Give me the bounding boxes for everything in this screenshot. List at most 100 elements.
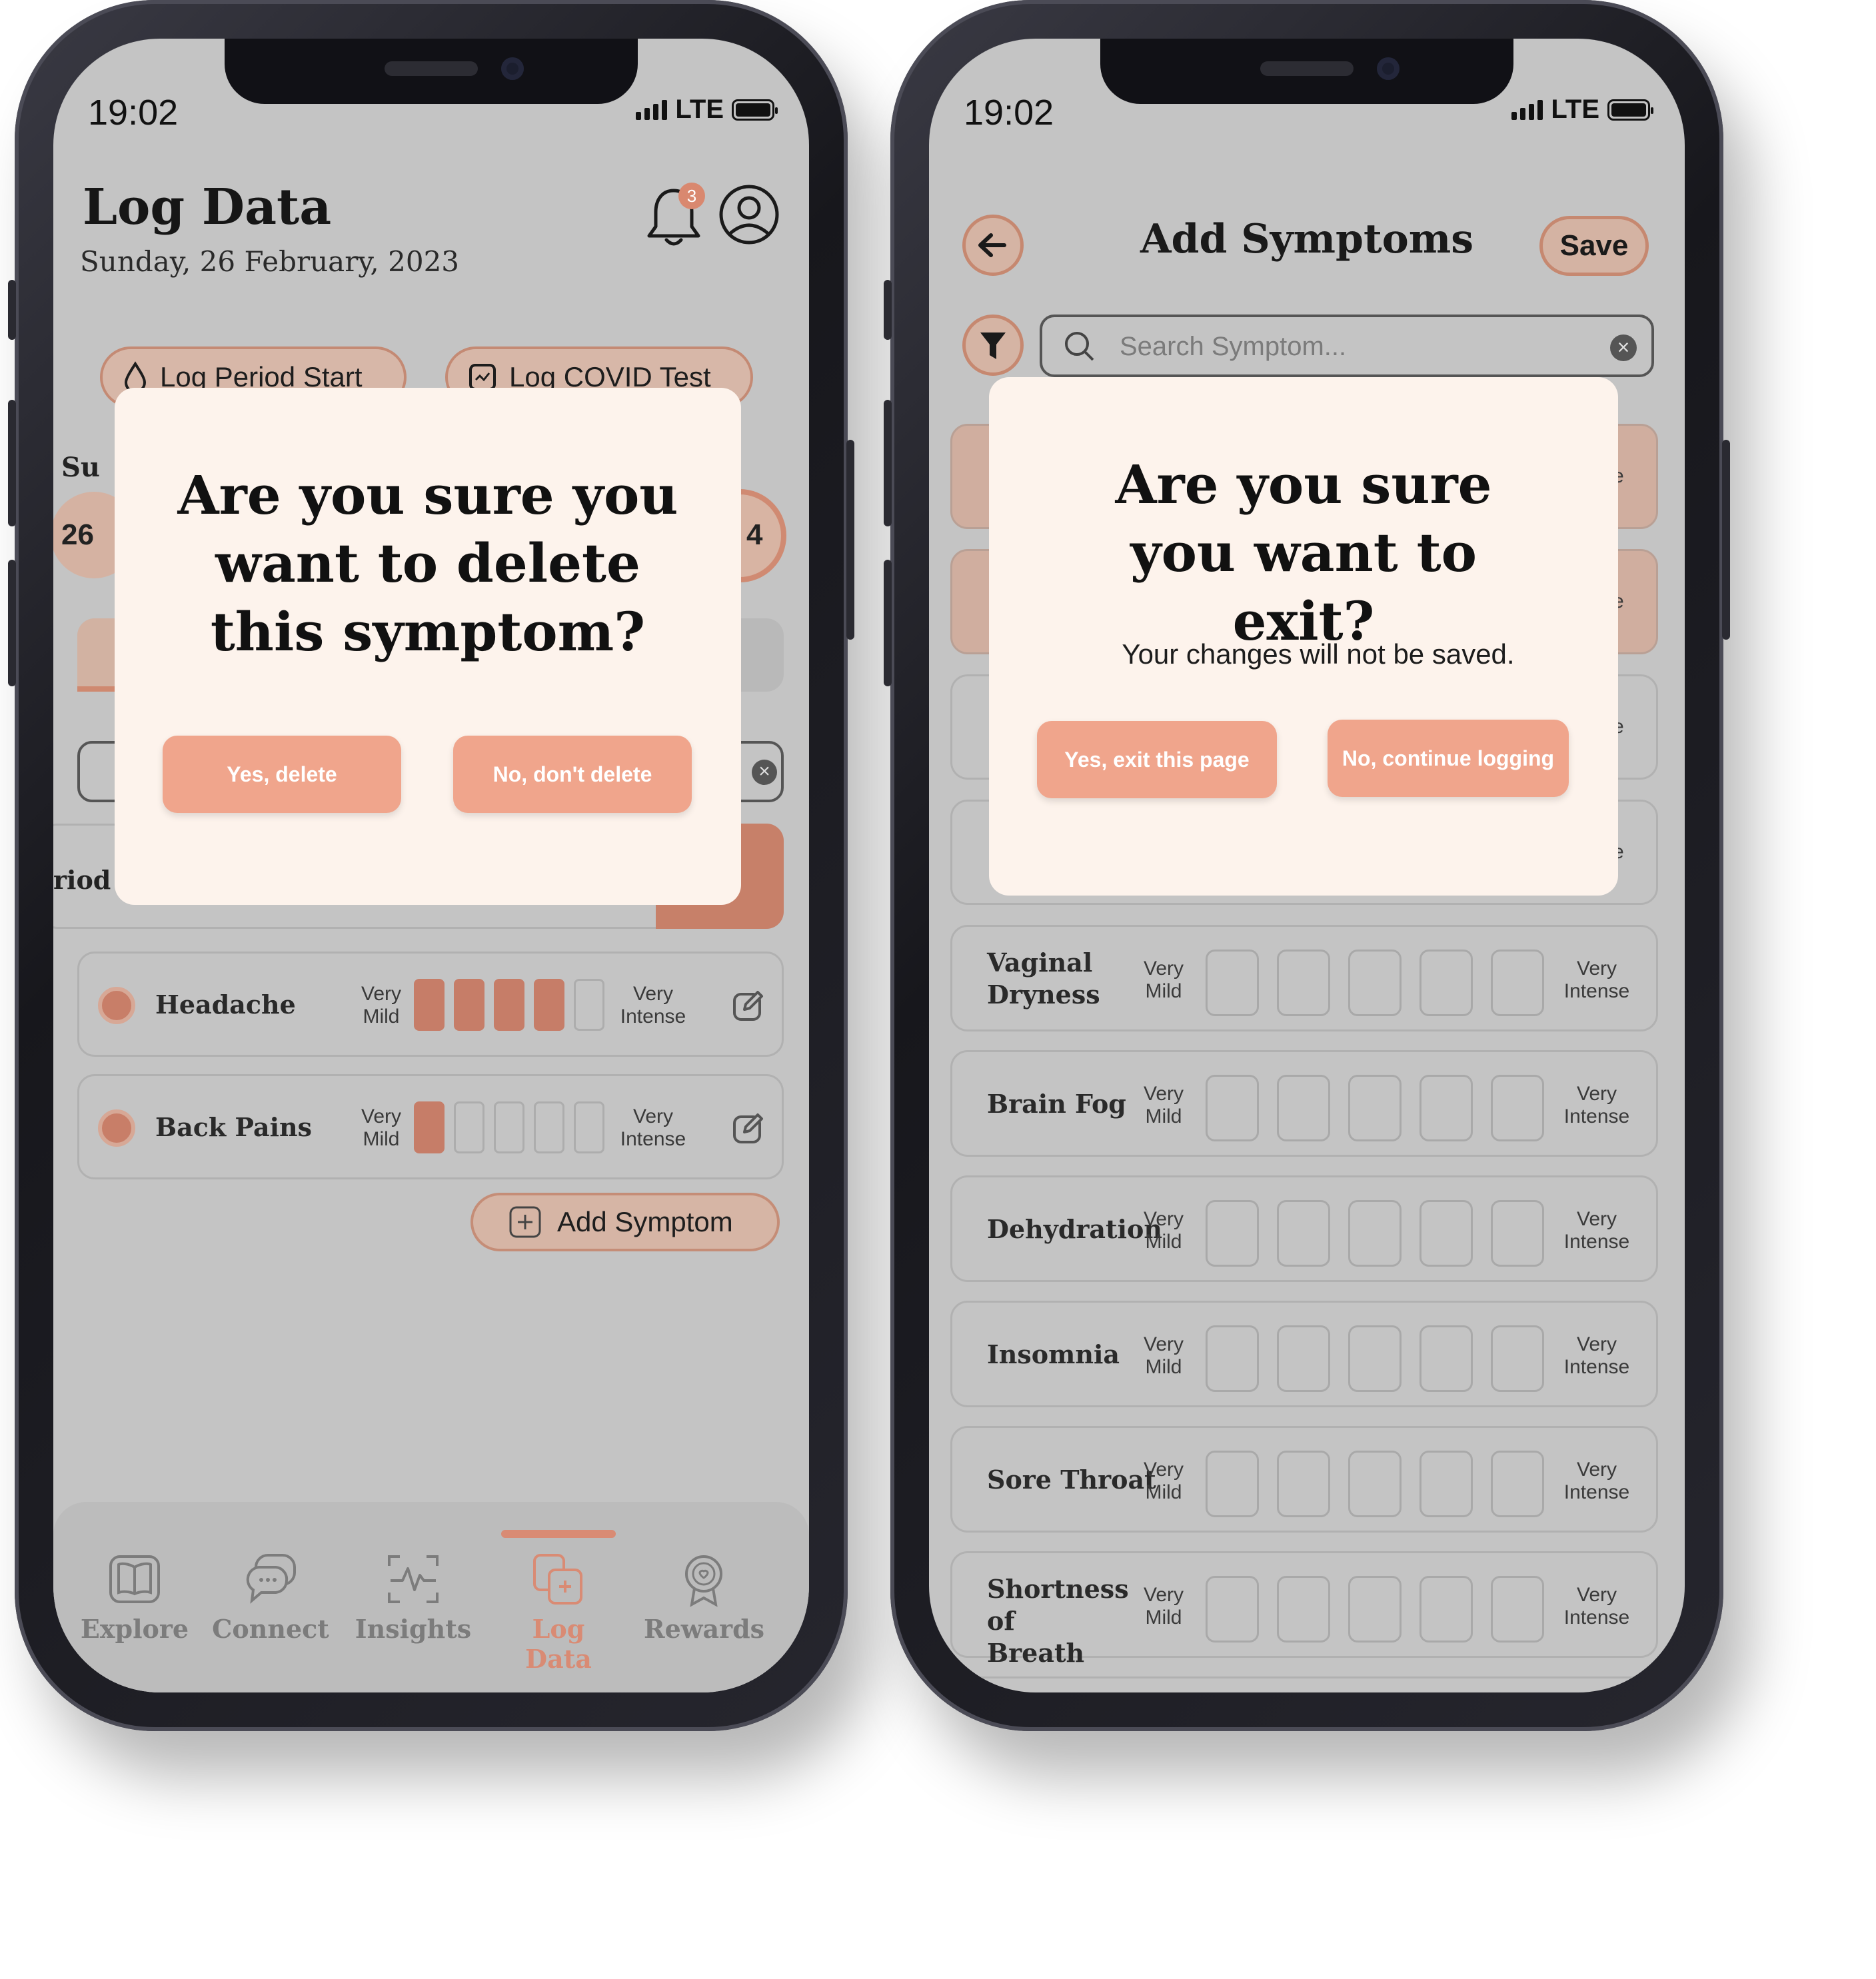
intensity-2[interactable]	[1277, 1200, 1330, 1267]
intensity-4[interactable]	[1419, 1451, 1473, 1517]
day-number-right: 4	[746, 518, 763, 551]
side-button	[884, 560, 892, 686]
intensity-4[interactable]	[1419, 1075, 1473, 1141]
clear-icon[interactable]: ×	[752, 760, 777, 785]
intensity-1[interactable]	[1206, 1075, 1259, 1141]
side-button	[8, 560, 16, 686]
clear-icon[interactable]: ×	[1610, 334, 1637, 361]
exit-confirm-dialog: Are you sure you want to exit? Your chan…	[989, 377, 1618, 896]
intensity-2[interactable]	[1277, 1576, 1330, 1643]
intensity-1[interactable]	[414, 979, 445, 1031]
intensity-3[interactable]	[1348, 1325, 1402, 1392]
signal-icon	[1511, 99, 1543, 120]
intensity-3[interactable]	[1348, 950, 1402, 1016]
search-field[interactable]: Search Symptom... ×	[1040, 315, 1654, 377]
tab-label: Connect	[212, 1614, 329, 1644]
max-label: Very Intense	[1563, 1083, 1630, 1127]
notification-badge: 3	[678, 183, 705, 209]
symptom-row-dehydration[interactable]: Dehydration Very Mild Very Intense	[950, 1175, 1658, 1282]
intensity-5[interactable]	[1491, 1075, 1544, 1141]
symptom-card-headache[interactable]: Headache Very Mild Very Intense	[77, 952, 784, 1057]
edit-icon[interactable]	[731, 1111, 766, 1145]
no-continue-button[interactable]: No, continue logging	[1328, 720, 1569, 797]
yes-exit-button[interactable]: Yes, exit this page	[1037, 721, 1277, 798]
intensity-4[interactable]	[1419, 1325, 1473, 1392]
symptom-card-back-pains[interactable]: Back Pains Very Mild Very Intense	[77, 1074, 784, 1179]
intensity-3[interactable]	[1348, 1200, 1402, 1267]
symptom-row-shortness-of-breath[interactable]: Shortness of Breath Very Mild Very Inten…	[950, 1551, 1658, 1668]
intensity-2[interactable]	[1277, 950, 1330, 1016]
intensity-1[interactable]	[414, 1101, 445, 1153]
symptom-row-insomnia[interactable]: Insomnia Very Mild Very Intense	[950, 1301, 1658, 1407]
edit-icon[interactable]	[731, 988, 766, 1023]
tab-rewards[interactable]: Rewards	[644, 1551, 764, 1644]
min-label: Very Mild	[1143, 1459, 1184, 1503]
intensity-5[interactable]	[574, 979, 604, 1031]
tab-label: Insights	[355, 1614, 472, 1644]
symptom-name: Sore Throat	[987, 1465, 1156, 1495]
symptom-row-vaginal-dryness[interactable]: Vaginal Dryness Very Mild Very Intense	[950, 925, 1658, 1031]
side-button	[884, 400, 892, 526]
intensity-5[interactable]	[1491, 1200, 1544, 1267]
save-button[interactable]: Save	[1539, 216, 1649, 276]
next-row-partial[interactable]	[950, 1676, 1658, 1692]
intensity-3[interactable]	[1348, 1075, 1402, 1141]
intensity-1[interactable]	[1206, 1451, 1259, 1517]
symptom-row-sore-throat[interactable]: Sore Throat Very Mild Very Intense	[950, 1426, 1658, 1533]
intensity-2[interactable]	[454, 1101, 484, 1153]
add-symptom-label: Add Symptom	[557, 1206, 733, 1237]
plus-icon	[509, 1206, 541, 1238]
symptom-name: Back Pains	[155, 1112, 313, 1142]
active-tab-indicator	[501, 1530, 616, 1538]
symptom-row-brain-fog[interactable]: Brain Fog Very Mild Very Intense	[950, 1050, 1658, 1157]
intensity-4[interactable]	[1419, 950, 1473, 1016]
tab-label: Rewards	[644, 1614, 765, 1644]
intensity-2[interactable]	[1277, 1325, 1330, 1392]
symptom-name: Brain Fog	[987, 1089, 1126, 1119]
intensity-3[interactable]	[1348, 1451, 1402, 1517]
tab-log-data[interactable]: Log Data	[498, 1551, 618, 1674]
intensity-2[interactable]	[454, 979, 484, 1031]
intensity-2[interactable]	[1277, 1075, 1330, 1141]
tab-connect[interactable]: Connect	[211, 1551, 331, 1644]
status-indicators: LTE	[1511, 95, 1653, 125]
tab-insights[interactable]: Insights	[353, 1551, 473, 1644]
notifications-button[interactable]: 3	[645, 183, 705, 252]
profile-button[interactable]	[718, 184, 780, 249]
intensity-3[interactable]	[1348, 1576, 1402, 1643]
intensity-1[interactable]	[1206, 1325, 1259, 1392]
status-time: 19:02	[88, 93, 179, 133]
intensity-5[interactable]	[1491, 1576, 1544, 1643]
intensity-1[interactable]	[1206, 1200, 1259, 1267]
side-button	[8, 400, 16, 526]
intensity-4[interactable]	[1419, 1576, 1473, 1643]
filter-button[interactable]	[962, 315, 1024, 376]
intensity-4[interactable]	[1419, 1200, 1473, 1267]
add-symptom-button[interactable]: Add Symptom	[470, 1193, 780, 1251]
page-date: Sunday, 26 February, 2023	[80, 245, 460, 278]
intensity-2[interactable]	[1277, 1451, 1330, 1517]
book-icon	[109, 1555, 160, 1603]
summary-heading: Su	[61, 452, 100, 483]
no-dont-delete-button[interactable]: No, don't delete	[453, 736, 692, 813]
side-button	[8, 280, 16, 340]
intensity-3[interactable]	[494, 1101, 524, 1153]
max-label: Very Intense	[1563, 1208, 1630, 1253]
intensity-4[interactable]	[534, 979, 564, 1031]
max-label: Very Intense	[1563, 1333, 1630, 1378]
intensity-5[interactable]	[1491, 950, 1544, 1016]
intensity-5[interactable]	[574, 1101, 604, 1153]
intensity-5[interactable]	[1491, 1451, 1544, 1517]
right-phone-frame: 19:02 LTE Add Symptoms Save Search Sympt…	[884, 0, 1730, 1731]
search-placeholder: Search Symptom...	[1120, 332, 1347, 361]
intensity-1[interactable]	[1206, 1576, 1259, 1643]
intensity-5[interactable]	[1491, 1325, 1544, 1392]
yes-delete-button[interactable]: Yes, delete	[163, 736, 401, 813]
intensity-4[interactable]	[534, 1101, 564, 1153]
intensity-3[interactable]	[494, 979, 524, 1031]
min-label: Very Mild	[1143, 958, 1184, 1002]
tab-explore[interactable]: Explore	[75, 1551, 195, 1644]
intensity-1[interactable]	[1206, 950, 1259, 1016]
battery-icon	[1607, 99, 1653, 121]
side-button	[884, 280, 892, 340]
